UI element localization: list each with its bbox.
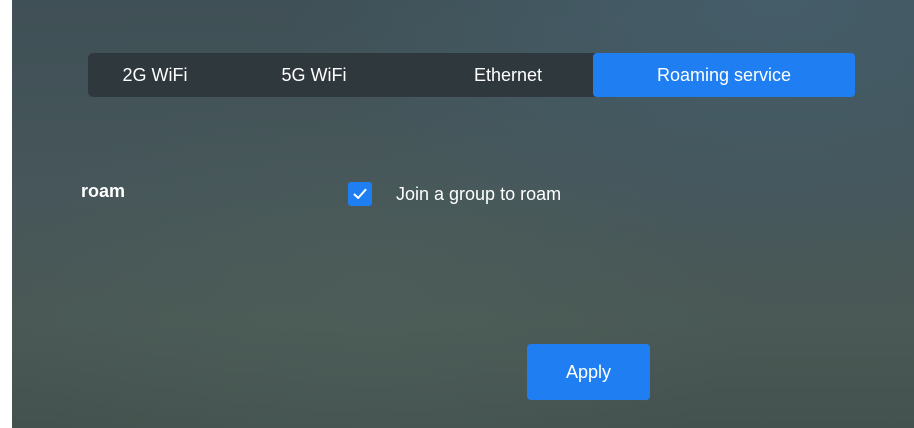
tab-5g-wifi[interactable]: 5G WiFi <box>248 53 380 97</box>
tab-ethernet[interactable]: Ethernet <box>418 53 598 97</box>
join-group-label: Join a group to roam <box>396 183 562 204</box>
join-group-option: Join a group to roam <box>348 181 561 207</box>
checkmark-icon <box>353 188 367 199</box>
apply-button[interactable]: Apply <box>527 344 650 400</box>
tab-roaming-service[interactable]: Roaming service <box>593 53 855 97</box>
roam-field-label: roam <box>81 181 126 201</box>
tab-2g-wifi[interactable]: 2G WiFi <box>88 53 222 97</box>
join-group-checkbox[interactable] <box>348 182 372 206</box>
tab-bar: 2G WiFi 5G WiFi Ethernet Roaming service <box>88 53 855 97</box>
settings-panel: 2G WiFi 5G WiFi Ethernet Roaming service… <box>12 0 914 428</box>
